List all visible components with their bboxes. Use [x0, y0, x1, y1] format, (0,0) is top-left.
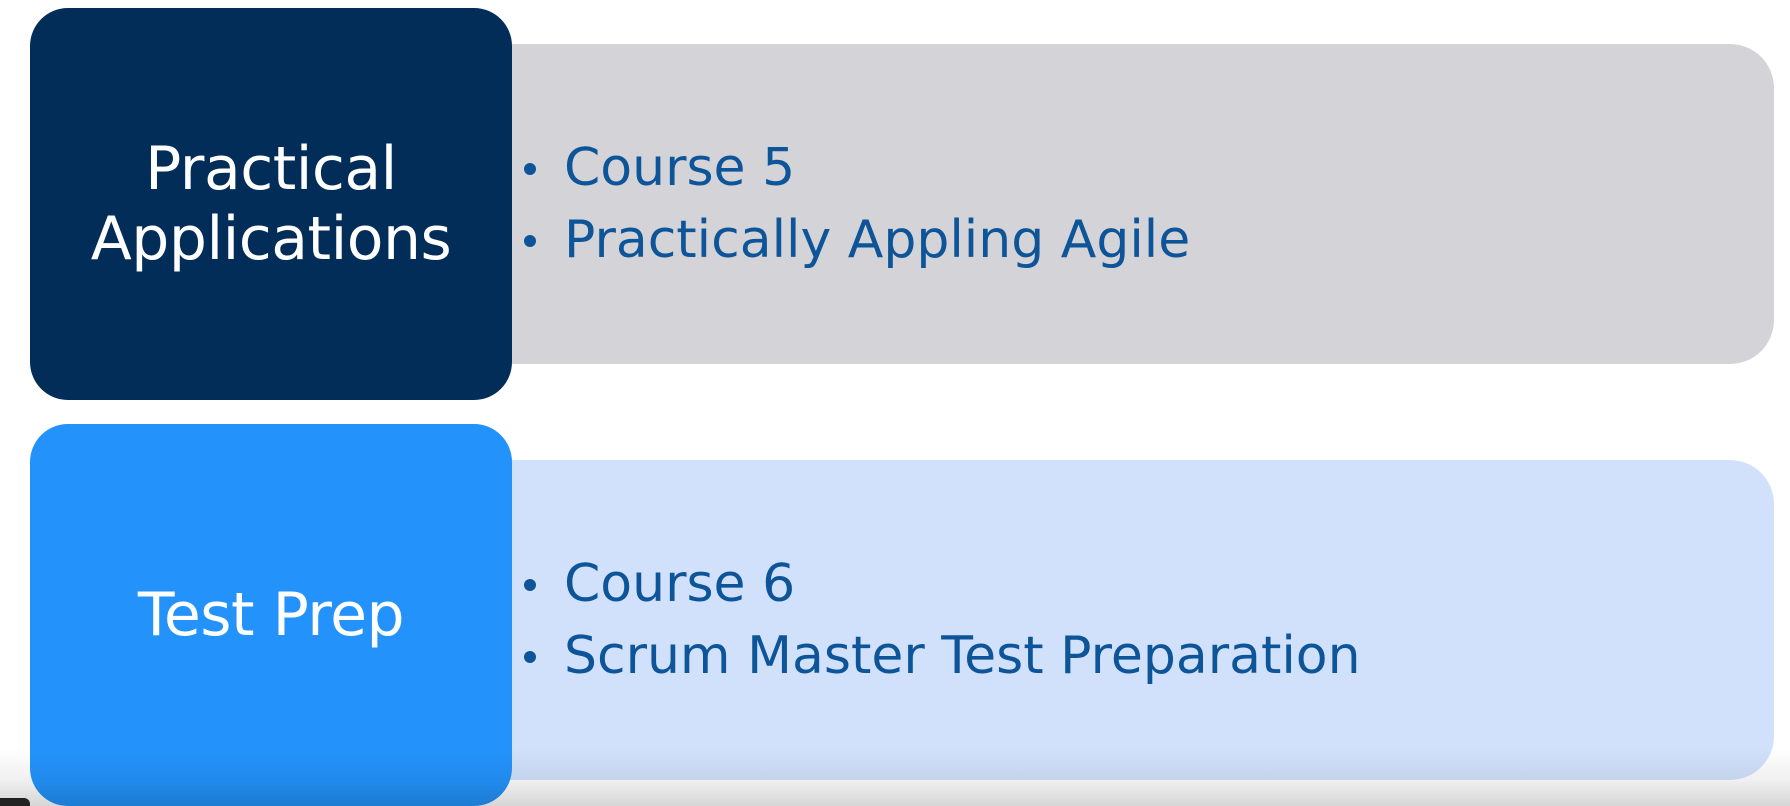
bullet-course-5: Course 5	[524, 132, 1190, 204]
test-prep-label: Test Prep	[118, 580, 424, 650]
bullet-text: Practically Appling Agile	[564, 210, 1191, 270]
label-line-1: Practical	[145, 134, 397, 204]
bullet-course-6: Course 6	[524, 548, 1361, 620]
test-prep-label-box: Test Prep	[30, 424, 512, 806]
bullet-text: Course 5	[564, 138, 796, 198]
practical-applications-label: Practical Applications	[71, 134, 472, 274]
bullet-scrum-master-test-preparation: Scrum Master Test Preparation	[524, 620, 1361, 692]
bullet-dot-icon	[524, 235, 536, 247]
bullet-text: Course 6	[564, 554, 796, 614]
corner-mark	[0, 798, 30, 806]
bullet-dot-icon	[524, 163, 536, 175]
bullet-dot-icon	[524, 651, 536, 663]
practical-applications-label-box: Practical Applications	[30, 8, 512, 400]
test-prep-bullets: Course 6 Scrum Master Test Preparation	[524, 548, 1361, 692]
test-prep-row: Test Prep Course 6 Scrum Master Test Pre…	[0, 420, 1790, 806]
bullet-text: Scrum Master Test Preparation	[564, 626, 1361, 686]
practical-applications-bullets: Course 5 Practically Appling Agile	[524, 132, 1190, 276]
label-line-2: Applications	[90, 204, 452, 274]
practical-applications-row: Practical Applications Course 5 Practica…	[0, 0, 1790, 406]
bullet-practically-appling-agile: Practically Appling Agile	[524, 204, 1190, 276]
label-line-1: Test Prep	[137, 580, 405, 650]
bullet-dot-icon	[524, 579, 536, 591]
